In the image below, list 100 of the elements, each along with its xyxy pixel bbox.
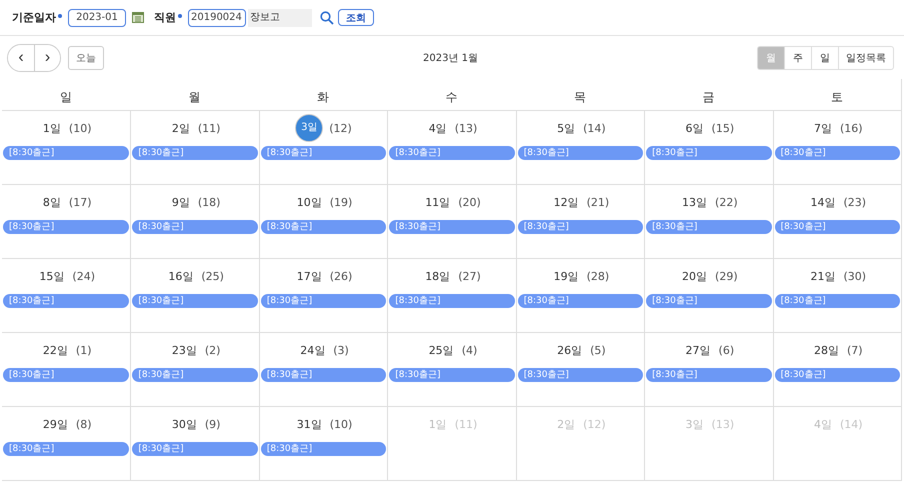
day-number: 9일: [170, 194, 191, 210]
lunar-date: (11): [454, 418, 478, 430]
day-cell[interactable]: 5일 (14) [8:30출근]: [516, 111, 644, 184]
day-number: 19일: [552, 268, 580, 284]
day-cell[interactable]: 3일 (12) [8:30출근]: [258, 111, 388, 184]
day-cell[interactable]: 29일 (8) [8:30출근]: [2, 407, 130, 480]
day-cell[interactable]: 7일 (16) [8:30출근]: [772, 111, 901, 184]
day-number: 4일: [812, 416, 833, 432]
lunar-date: (9): [204, 418, 220, 430]
lunar-date: (15): [712, 122, 734, 134]
search-button[interactable]: 조회: [338, 9, 374, 26]
day-number: 4일: [428, 120, 448, 136]
lunar-date: (22): [715, 196, 738, 208]
day-cell[interactable]: 24일 (3) [8:30출근]: [258, 333, 388, 406]
lunar-date: (16): [840, 122, 863, 134]
day-cell[interactable]: 8일 (17) [8:30출근]: [2, 185, 130, 258]
day-cell[interactable]: 25일 (4) [8:30출근]: [387, 333, 516, 406]
view-tab[interactable]: 주: [784, 46, 811, 70]
day-cell[interactable]: 19일 (28) [8:30출근]: [516, 259, 644, 332]
day-number: 3일: [295, 114, 324, 142]
day-number: 27일: [684, 342, 712, 358]
day-number: 16일: [167, 268, 194, 284]
day-cell[interactable]: 10일 (19) [8:30출근]: [258, 185, 388, 258]
day-number: 8일: [42, 194, 62, 210]
day-cell[interactable]: 14일 (23) [8:30출근]: [772, 185, 901, 258]
day-cell[interactable]: 12일 (21) [8:30출근]: [516, 185, 644, 258]
lunar-date: (1): [76, 344, 92, 356]
day-number: 6일: [684, 120, 705, 136]
lunar-date: (21): [586, 196, 610, 208]
day-number: 1일: [42, 120, 62, 136]
day-number: 23일: [170, 342, 198, 358]
day-number: 3일: [684, 416, 705, 432]
lunar-date: (13): [712, 418, 734, 430]
day-cell[interactable]: 17일 (26) [8:30출근]: [258, 259, 388, 332]
employee-name-field: 장보고: [248, 8, 312, 26]
day-number: 22일: [42, 342, 69, 358]
lunar-date: (23): [843, 196, 866, 208]
lunar-date: (30): [843, 270, 866, 282]
lunar-date: (12): [583, 418, 606, 430]
weekday-header: 토: [830, 89, 844, 106]
day-number: 2일: [170, 120, 191, 136]
lunar-date: (27): [458, 270, 481, 282]
today-button[interactable]: 오늘: [68, 46, 104, 70]
day-number: 25일: [428, 342, 455, 358]
lunar-date: (5): [590, 344, 606, 356]
day-cell[interactable]: 4일 (13) [8:30출근]: [387, 111, 516, 184]
day-number: 31일: [296, 416, 323, 432]
day-cell[interactable]: 28일 (7) [8:30출근]: [772, 333, 901, 406]
day-cell[interactable]: 31일 (10) [8:30출근]: [258, 407, 388, 480]
employee-id-field[interactable]: 20190024: [188, 8, 246, 26]
day-cell[interactable]: 6일 (15) [8:30출근]: [644, 111, 773, 184]
lunar-date: (2): [204, 344, 220, 356]
date-label: 기준일자: [12, 10, 56, 25]
date-field[interactable]: 2023-01: [68, 8, 126, 26]
day-number: 13일: [681, 194, 708, 210]
lunar-date: (14): [840, 418, 863, 430]
day-number: 20일: [681, 268, 708, 284]
day-cell[interactable]: 20일 (29) [8:30출근]: [644, 259, 773, 332]
day-number: 21일: [809, 268, 836, 284]
lunar-date: (4): [462, 344, 478, 356]
required-dot-icon: [178, 14, 182, 18]
day-number: 12일: [552, 194, 580, 210]
day-cell[interactable]: 18일 (27) [8:30출근]: [387, 259, 516, 332]
day-number: 24일: [299, 342, 326, 358]
lunar-date: (18): [198, 196, 220, 208]
lunar-date: (10): [330, 418, 352, 430]
calendar-icon[interactable]: [132, 12, 144, 23]
day-cell[interactable]: 23일 (2) [8:30출근]: [130, 333, 259, 406]
lunar-date: (19): [330, 196, 352, 208]
lunar-date: (28): [586, 270, 610, 282]
next-button[interactable]: ›: [34, 44, 60, 70]
view-tab[interactable]: 일정목록: [838, 46, 894, 70]
lunar-date: (13): [454, 122, 478, 134]
lunar-date: (17): [68, 196, 92, 208]
day-cell[interactable]: 30일 (9) [8:30출근]: [130, 407, 259, 480]
day-number: 7일: [812, 120, 833, 136]
day-cell[interactable]: 22일 (1) [8:30출근]: [2, 333, 130, 406]
day-cell[interactable]: 15일 (24) [8:30출근]: [2, 259, 130, 332]
lunar-date: (26): [330, 270, 352, 282]
day-number: 10일: [296, 194, 323, 210]
day-cell[interactable]: 11일 (20) [8:30출근]: [387, 185, 516, 258]
day-cell[interactable]: 9일 (18) [8:30출근]: [130, 185, 259, 258]
day-cell[interactable]: 26일 (5) [8:30출근]: [516, 333, 644, 406]
day-cell[interactable]: 1일 (10) [8:30출근]: [2, 111, 130, 184]
day-number: 30일: [170, 416, 198, 432]
lunar-date: (12): [329, 122, 352, 134]
lunar-date: (3): [333, 344, 349, 356]
day-cell[interactable]: 2일 (11) [8:30출근]: [130, 111, 259, 184]
required-dot-icon: [58, 14, 62, 18]
lunar-date: (7): [846, 344, 863, 356]
day-number: 29일: [42, 416, 69, 432]
search-icon[interactable]: [320, 10, 334, 24]
view-tab[interactable]: 일: [811, 46, 838, 70]
day-cell[interactable]: 16일 (25) [8:30출근]: [130, 259, 259, 332]
day-number: 11일: [424, 194, 452, 210]
day-cell[interactable]: 13일 (22) [8:30출근]: [644, 185, 773, 258]
day-number: 26일: [556, 342, 584, 358]
weekday-header: 수: [444, 89, 458, 106]
day-cell[interactable]: 21일 (30) [8:30출근]: [772, 259, 901, 332]
day-cell[interactable]: 27일 (6) [8:30출근]: [644, 333, 773, 406]
